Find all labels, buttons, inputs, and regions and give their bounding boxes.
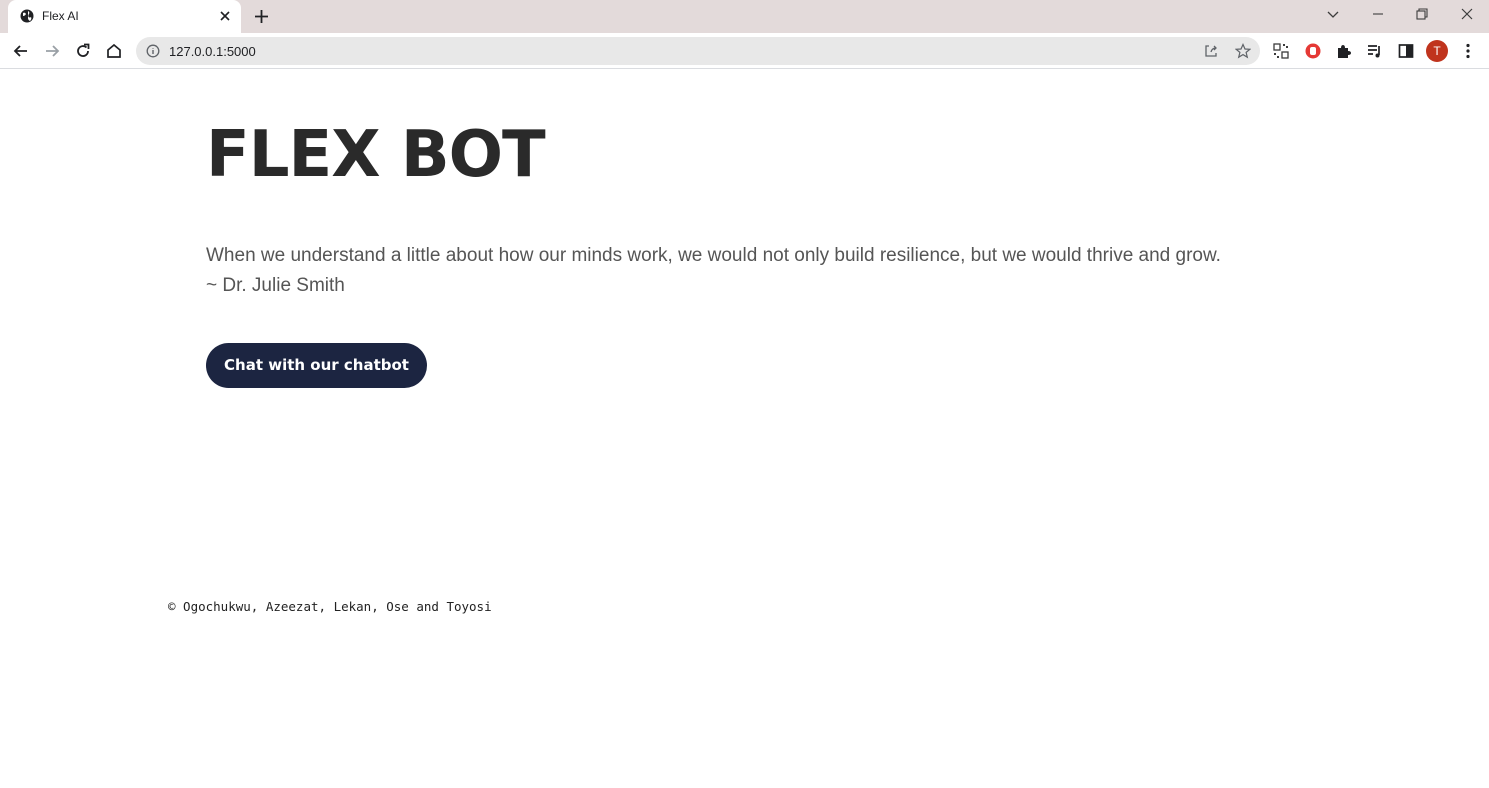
tab-title: Flex AI xyxy=(42,9,79,23)
chat-with-chatbot-button[interactable]: Chat with our chatbot xyxy=(206,343,427,388)
globe-icon xyxy=(20,9,34,23)
quote-author: ~ Dr. Julie Smith xyxy=(206,275,345,296)
forward-icon[interactable] xyxy=(43,42,61,60)
page-title: FLEX BOT xyxy=(206,118,546,192)
address-bar[interactable]: 127.0.0.1:5000 xyxy=(136,37,1260,65)
footer-credits: © Ogochukwu, Azeezat, Lekan, Ose and Toy… xyxy=(168,599,492,614)
close-tab-icon[interactable] xyxy=(218,9,232,23)
minimize-icon[interactable] xyxy=(1370,6,1386,22)
share-icon[interactable] xyxy=(1203,43,1219,59)
site-info-icon[interactable] xyxy=(146,44,160,58)
browser-toolbar: 127.0.0.1:5000 T xyxy=(0,33,1489,69)
tab-strip: Flex AI xyxy=(0,0,1489,33)
url-text: 127.0.0.1:5000 xyxy=(169,44,256,59)
side-panel-icon[interactable] xyxy=(1397,42,1415,60)
new-tab-icon[interactable] xyxy=(253,8,270,25)
extensions-puzzle-icon[interactable] xyxy=(1335,42,1353,60)
media-controls-icon[interactable] xyxy=(1366,42,1384,60)
quote: When we understand a little about how ou… xyxy=(206,241,1266,301)
quote-text: When we understand a little about how ou… xyxy=(206,245,1221,266)
qr-code-icon[interactable] xyxy=(1272,42,1290,60)
restore-icon[interactable] xyxy=(1414,6,1430,22)
tab-flex-ai[interactable]: Flex AI xyxy=(8,0,241,33)
more-menu-icon[interactable] xyxy=(1459,42,1477,60)
stop-extension-icon[interactable] xyxy=(1304,42,1322,60)
close-window-icon[interactable] xyxy=(1459,6,1475,22)
profile-avatar[interactable]: T xyxy=(1426,40,1448,62)
bookmark-star-icon[interactable] xyxy=(1235,43,1251,59)
back-icon[interactable] xyxy=(12,42,30,60)
tab-search-chevron-icon[interactable] xyxy=(1325,6,1341,22)
reload-icon[interactable] xyxy=(74,42,92,60)
home-icon[interactable] xyxy=(105,42,123,60)
